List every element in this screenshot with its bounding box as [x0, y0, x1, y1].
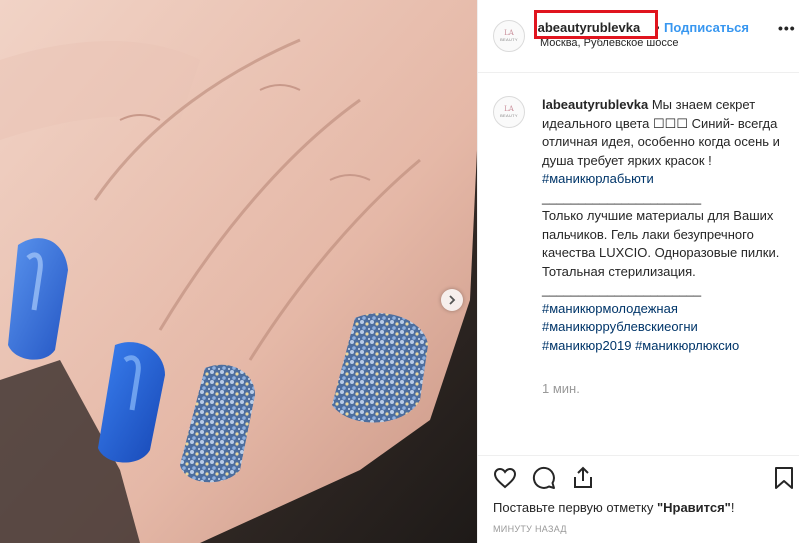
hashtag-link[interactable]: #маникюрмолодежная [542, 301, 678, 316]
comment-icon[interactable] [532, 466, 556, 490]
chevron-right-icon [449, 295, 456, 305]
avatar-logo-text: LA [504, 29, 514, 37]
hashtag-link[interactable]: #маникюрлюксио [635, 338, 739, 353]
caption-avatar[interactable]: LA BEAUTY [493, 96, 525, 128]
hashtag-link[interactable]: #маникюрлабьюти [542, 171, 654, 186]
next-photo-button[interactable] [441, 289, 463, 311]
likes-prompt-end: ! [730, 500, 735, 515]
caption-text: Только лучшие материалы для Ваших пальчи… [542, 208, 780, 279]
bookmark-icon[interactable] [774, 466, 794, 490]
avatar[interactable]: LA BEAUTY [493, 20, 525, 52]
avatar-logo-text: LA [504, 105, 514, 113]
posted-time[interactable]: МИНУТУ НАЗАД [493, 524, 567, 534]
like-link[interactable]: "Нравится" [657, 500, 731, 515]
nails-image [0, 0, 477, 543]
avatar-logo-subtext: BEAUTY [500, 37, 518, 42]
likes-prompt-text: Поставьте первую отметку [493, 500, 657, 515]
caption-time[interactable]: 1 мин. [542, 381, 580, 396]
avatar-logo-subtext: BEAUTY [500, 113, 518, 118]
heart-icon[interactable] [493, 466, 517, 490]
post-caption: labeautyrublevka Мы знаем секрет идеальн… [542, 96, 782, 355]
username-highlight-box [534, 10, 658, 39]
post-side-panel: LA BEAUTY labeautyrublevka • Подписаться… [477, 0, 799, 543]
caption-divider: ______________________ [542, 282, 702, 297]
caption-username[interactable]: labeautyrublevka [542, 97, 648, 112]
caption-divider: ______________________ [542, 189, 702, 205]
post-photo[interactable] [0, 0, 477, 543]
hashtag-link[interactable]: #маникюр2019 [542, 338, 631, 353]
likes-prompt: Поставьте первую отметку "Нравится"! [493, 500, 734, 515]
follow-button[interactable]: Подписаться [664, 20, 749, 35]
share-icon[interactable] [571, 465, 595, 489]
post-actions: Поставьте первую отметку "Нравится"! МИН… [478, 455, 799, 544]
hashtag-link[interactable]: #маникюррублевскиеогни [542, 319, 698, 334]
more-options-button[interactable]: ••• [778, 20, 796, 36]
